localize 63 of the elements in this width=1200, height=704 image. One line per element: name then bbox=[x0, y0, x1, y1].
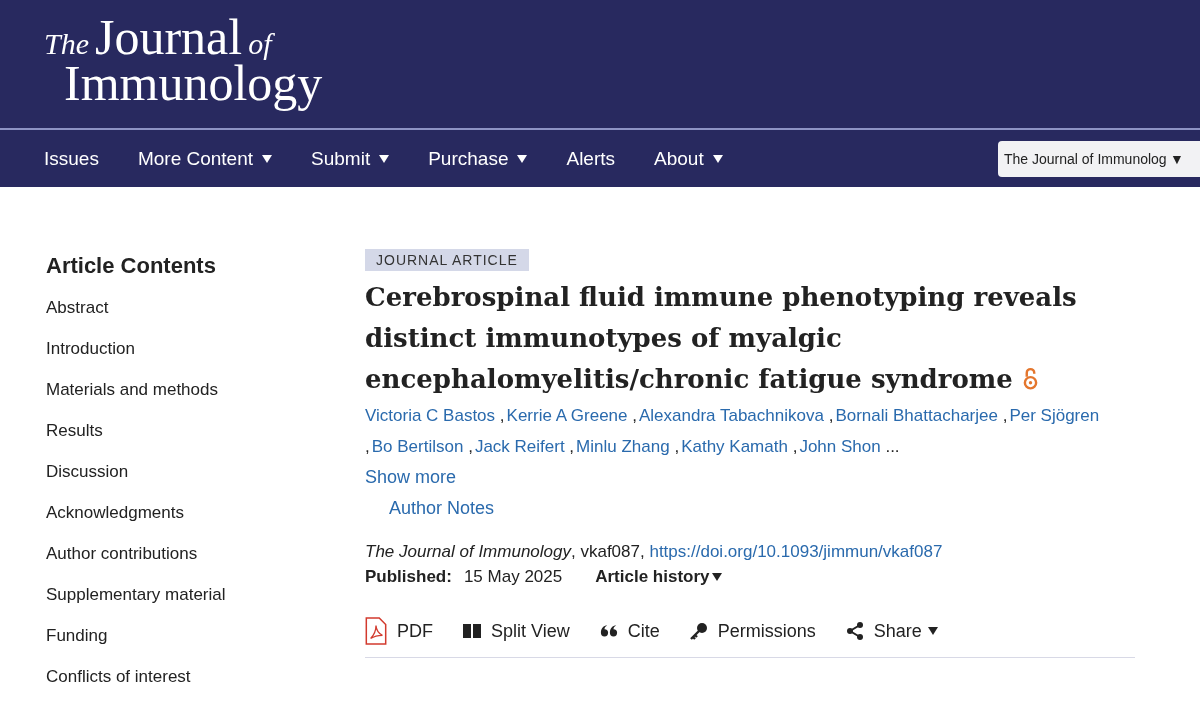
key-icon bbox=[689, 622, 708, 640]
article-history-button[interactable]: Article history bbox=[595, 567, 722, 587]
doi-link[interactable]: https://doi.org/10.1093/jimmun/vkaf087 bbox=[649, 542, 943, 561]
nav-link[interactable]: More Content bbox=[137, 147, 273, 170]
author-link[interactable]: Bornali Bhattacharjee bbox=[835, 406, 998, 425]
article-title: Cerebrospinal fluid immune phenotyping reveals distinct immunotypes of myalgic encephalomyelitis/chronic fatigue syndrome bbox=[365, 282, 1077, 394]
caret-icon bbox=[262, 154, 273, 163]
separator: , bbox=[468, 437, 473, 456]
author-link[interactable]: Kathy Kamath bbox=[681, 437, 788, 456]
contents-link[interactable]: Supplementary material bbox=[46, 585, 226, 626]
separator: , bbox=[365, 437, 370, 456]
author-link[interactable]: Victoria C Bastos bbox=[365, 406, 496, 425]
nav-link[interactable]: Purchase bbox=[428, 147, 528, 170]
contents-link[interactable]: Results bbox=[46, 421, 103, 462]
separator: , bbox=[828, 406, 834, 425]
separator: , bbox=[499, 406, 505, 425]
toolbar-button[interactable]: Permissions bbox=[689, 620, 816, 642]
nav-link[interactable]: Alerts bbox=[566, 147, 616, 170]
sidebar-title: Article Contents bbox=[46, 253, 216, 279]
author-link[interactable]: Alexandra Tabachnikova bbox=[639, 406, 824, 425]
contents-link[interactable]: Conflicts of interest bbox=[46, 667, 191, 704]
published-label: Published: bbox=[365, 567, 452, 587]
nav-link[interactable]: About bbox=[654, 147, 723, 170]
contents-link[interactable]: Introduction bbox=[46, 339, 135, 380]
show-more-link[interactable]: Show more bbox=[365, 462, 457, 493]
caret-icon bbox=[711, 573, 722, 581]
contents-link[interactable]: Abstract bbox=[46, 298, 109, 339]
pdf-icon bbox=[365, 617, 387, 645]
published-date: 15 May 2025 bbox=[463, 567, 563, 587]
author-link[interactable]: John Shon bbox=[799, 437, 881, 456]
separator: , bbox=[792, 437, 798, 456]
authors-ellipsis: ... bbox=[885, 437, 900, 456]
toolbar-button[interactable]: PDF bbox=[365, 617, 433, 645]
contents-link[interactable]: Author contributions bbox=[46, 544, 198, 585]
author-link[interactable]: Jack Reifert bbox=[474, 437, 565, 456]
separator: , bbox=[1002, 406, 1008, 425]
caret-icon bbox=[517, 154, 528, 163]
author-notes-link[interactable]: Author Notes bbox=[389, 493, 495, 524]
author-link[interactable]: Kerrie A Greene bbox=[506, 406, 628, 425]
author-link[interactable]: Bo Bertilson bbox=[371, 437, 464, 456]
toolbar-button[interactable]: Cite bbox=[599, 620, 660, 642]
separator: , bbox=[632, 406, 637, 425]
journal-name: The Journal of Immunology bbox=[365, 542, 571, 561]
columns-icon bbox=[463, 622, 481, 640]
contents-link[interactable]: Acknowledgments bbox=[46, 503, 184, 544]
nav-link[interactable]: Submit bbox=[311, 147, 390, 170]
journal-select[interactable]: The Journal of Immunolog ▼ bbox=[998, 141, 1200, 177]
toolbar-button[interactable]: Share bbox=[845, 620, 938, 642]
caret-icon bbox=[379, 154, 390, 163]
share-icon bbox=[845, 622, 864, 640]
nav-link[interactable]: Issues bbox=[44, 147, 99, 170]
caret-icon bbox=[712, 154, 723, 163]
contents-link[interactable]: Funding bbox=[46, 626, 108, 667]
caret-icon bbox=[927, 627, 938, 635]
article-type-badge: JOURNAL ARTICLE bbox=[365, 249, 529, 271]
author-link[interactable]: Per Sjögren bbox=[1009, 406, 1100, 425]
toolbar-button[interactable]: Split View bbox=[463, 620, 570, 642]
author-link[interactable]: Minlu Zhang bbox=[576, 437, 670, 456]
contents-link[interactable]: Discussion bbox=[46, 462, 129, 503]
separator: , bbox=[674, 437, 680, 456]
article-id: , vkaf087, bbox=[571, 542, 646, 561]
contents-link[interactable]: Materials and methods bbox=[46, 380, 218, 421]
separator: , bbox=[569, 437, 575, 456]
